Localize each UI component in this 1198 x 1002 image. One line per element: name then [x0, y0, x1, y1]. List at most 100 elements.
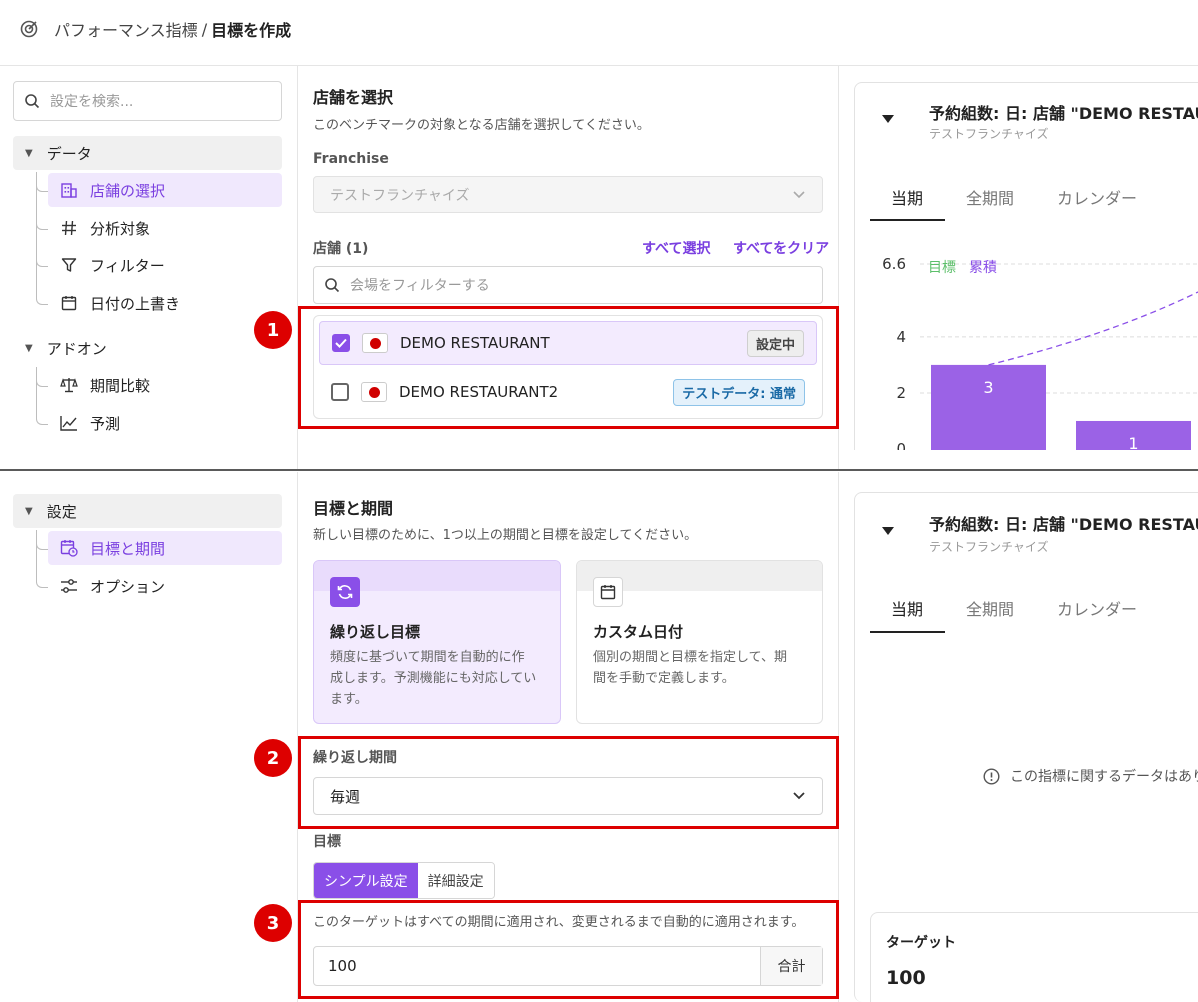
tree-branch	[36, 576, 48, 588]
tab-current-period[interactable]: 当期	[891, 185, 923, 209]
tree-line	[36, 172, 37, 297]
nav-label: 期間比較	[90, 376, 151, 395]
franchise-label: Franchise	[313, 151, 389, 167]
breadcrumb-parent[interactable]: パフォーマンス指標	[54, 17, 198, 41]
nav-label: 日付の上書き	[90, 294, 181, 313]
y-tick-label: 6.6	[882, 255, 906, 273]
card-description-line: 間を手動で定義します。	[593, 671, 735, 686]
target-icon	[18, 18, 40, 40]
annotation-box-2	[298, 736, 839, 829]
building-icon	[60, 181, 78, 199]
nav-label: オプション	[90, 577, 166, 596]
collapse-caret-icon[interactable]	[881, 524, 895, 540]
target-label: 目標	[313, 834, 341, 850]
goal-section-title: 目標と期間	[313, 499, 394, 518]
settings-search-input[interactable]: 設定を検索...	[13, 81, 282, 121]
filter-placeholder: 会場をフィルターする	[350, 278, 490, 294]
group-addon[interactable]: ▼ アドオン	[13, 331, 282, 365]
tab-all-periods[interactable]: 全期間	[966, 185, 1014, 209]
section-divider	[0, 469, 1198, 471]
clear-all-link[interactable]: すべてをクリア	[733, 238, 829, 258]
target-summary-value: 100	[886, 967, 926, 989]
empty-data-message: この指標に関するデータはありま	[983, 766, 1198, 786]
franchise-value: テストフランチャイズ	[330, 187, 470, 204]
target-summary-label: ターゲット	[886, 935, 956, 951]
preview-subtitle: テストフランチャイズ	[929, 127, 1049, 141]
sidebar-item-forecast[interactable]: 予測	[48, 406, 282, 440]
annotation-number-2: 2	[254, 739, 292, 777]
empty-message-text: この指標に関するデータはありま	[1010, 769, 1198, 785]
stores-label: 店舗 (1)	[313, 241, 369, 257]
card-description-line: 個別の期間と目標を指定して、期	[593, 650, 787, 665]
collapse-caret-icon[interactable]	[881, 112, 895, 128]
annotation-number-1: 1	[254, 311, 292, 349]
sidebar-item-date-override[interactable]: 日付の上書き	[48, 286, 282, 320]
sidebar-item-options[interactable]: オプション	[48, 569, 282, 603]
caret-down-icon: ▼	[25, 147, 33, 159]
chevron-down-icon	[793, 190, 805, 198]
tree-branch	[36, 375, 48, 387]
goal-type-card-custom[interactable]: カスタム日付 個別の期間と目標を指定して、期 間を手動で定義します。	[576, 560, 823, 724]
page-title: 目標を作成	[211, 21, 292, 40]
header: パフォーマンス指標 / 目標を作成	[0, 0, 1198, 58]
card-description-line: ます。	[330, 692, 368, 707]
card-description-line: 頻度に基づいて期間を自動的に作	[330, 650, 525, 665]
annotation-box-3	[298, 900, 839, 999]
bar-data-label: 1	[1128, 434, 1138, 450]
caret-down-icon: ▼	[25, 342, 33, 354]
sidebar-item-store-selection[interactable]: 店舗の選択	[48, 173, 282, 207]
select-all-link[interactable]: すべて選択	[642, 238, 710, 258]
sliders-icon	[60, 577, 78, 595]
tree-branch	[36, 180, 48, 192]
store-section-description: このベンチマークの対象となる店舗を選択してください。	[313, 118, 650, 133]
search-icon	[325, 278, 340, 293]
goal-type-card-recurring[interactable]: 繰り返し目標 頻度に基づいて期間を自動的に作 成します。予測機能にも対応してい …	[313, 560, 561, 724]
nav-label: 店舗の選択	[90, 181, 166, 200]
sidebar-item-period-compare[interactable]: 期間比較	[48, 368, 282, 402]
y-tick-label: 4	[896, 328, 906, 346]
group-label: データ	[46, 144, 92, 163]
tab-calendar[interactable]: カレンダー	[1057, 596, 1137, 620]
tree-branch	[36, 293, 48, 305]
calendar-icon	[60, 294, 78, 312]
tree-branch	[36, 538, 48, 550]
calendar-clock-icon	[60, 539, 78, 557]
sidebar-item-analysis-target[interactable]: 分析対象	[48, 211, 282, 245]
tab-current-period[interactable]: 当期	[891, 596, 923, 620]
target-mode-toggle: シンプル設定 詳細設定	[313, 862, 495, 899]
tree-branch	[36, 218, 48, 230]
preview-subtitle: テストフランチャイズ	[929, 540, 1049, 554]
group-data[interactable]: ▼ データ	[13, 136, 282, 170]
simple-mode-button[interactable]: シンプル設定	[314, 863, 418, 898]
card-description: 個別の期間と目標を指定して、期 間を手動で定義します。	[593, 647, 813, 689]
preview-title: 予約組数: 日: 店舗 "DEMO RESTAU	[929, 104, 1198, 123]
detail-mode-button[interactable]: 詳細設定	[417, 863, 494, 898]
card-description-line: 成します。予測機能にも対応してい	[330, 671, 537, 686]
goal-line	[988, 291, 1198, 366]
nav-label: 目標と期間	[90, 539, 166, 558]
store-filter-input[interactable]: 会場をフィルターする	[313, 266, 823, 304]
filter-icon	[60, 256, 78, 274]
sidebar-item-goals-periods[interactable]: 目標と期間	[48, 531, 282, 565]
group-label: 設定	[46, 502, 77, 521]
sidebar-item-filter[interactable]: フィルター	[48, 248, 282, 282]
scale-icon	[60, 376, 78, 394]
chart-svg: 6.6 4 2 0 3 1	[882, 255, 1198, 450]
tab-all-periods[interactable]: 全期間	[966, 596, 1014, 620]
bar-data-label: 3	[983, 378, 993, 397]
y-tick-label: 2	[896, 384, 906, 402]
card-description: 頻度に基づいて期間を自動的に作 成します。予測機能にも対応してい ます。	[330, 647, 550, 710]
header-divider	[0, 65, 1198, 66]
breadcrumb-separator: /	[201, 19, 208, 39]
franchise-select[interactable]: テストフランチャイズ	[313, 176, 823, 213]
group-label: アドオン	[46, 339, 107, 358]
group-settings[interactable]: ▼ 設定	[13, 494, 282, 528]
tree-branch	[36, 413, 48, 425]
store-section-title: 店舗を選択	[313, 88, 394, 107]
card-title: カスタム日付	[593, 623, 684, 641]
goal-section-description: 新しい目標のために、1つ以上の期間と目標を設定してください。	[313, 528, 698, 543]
search-placeholder: 設定を検索...	[50, 94, 134, 110]
bar-chart: 6.6 4 2 0 3 1	[860, 246, 1198, 450]
tab-calendar[interactable]: カレンダー	[1057, 185, 1137, 209]
refresh-icon	[330, 577, 360, 607]
